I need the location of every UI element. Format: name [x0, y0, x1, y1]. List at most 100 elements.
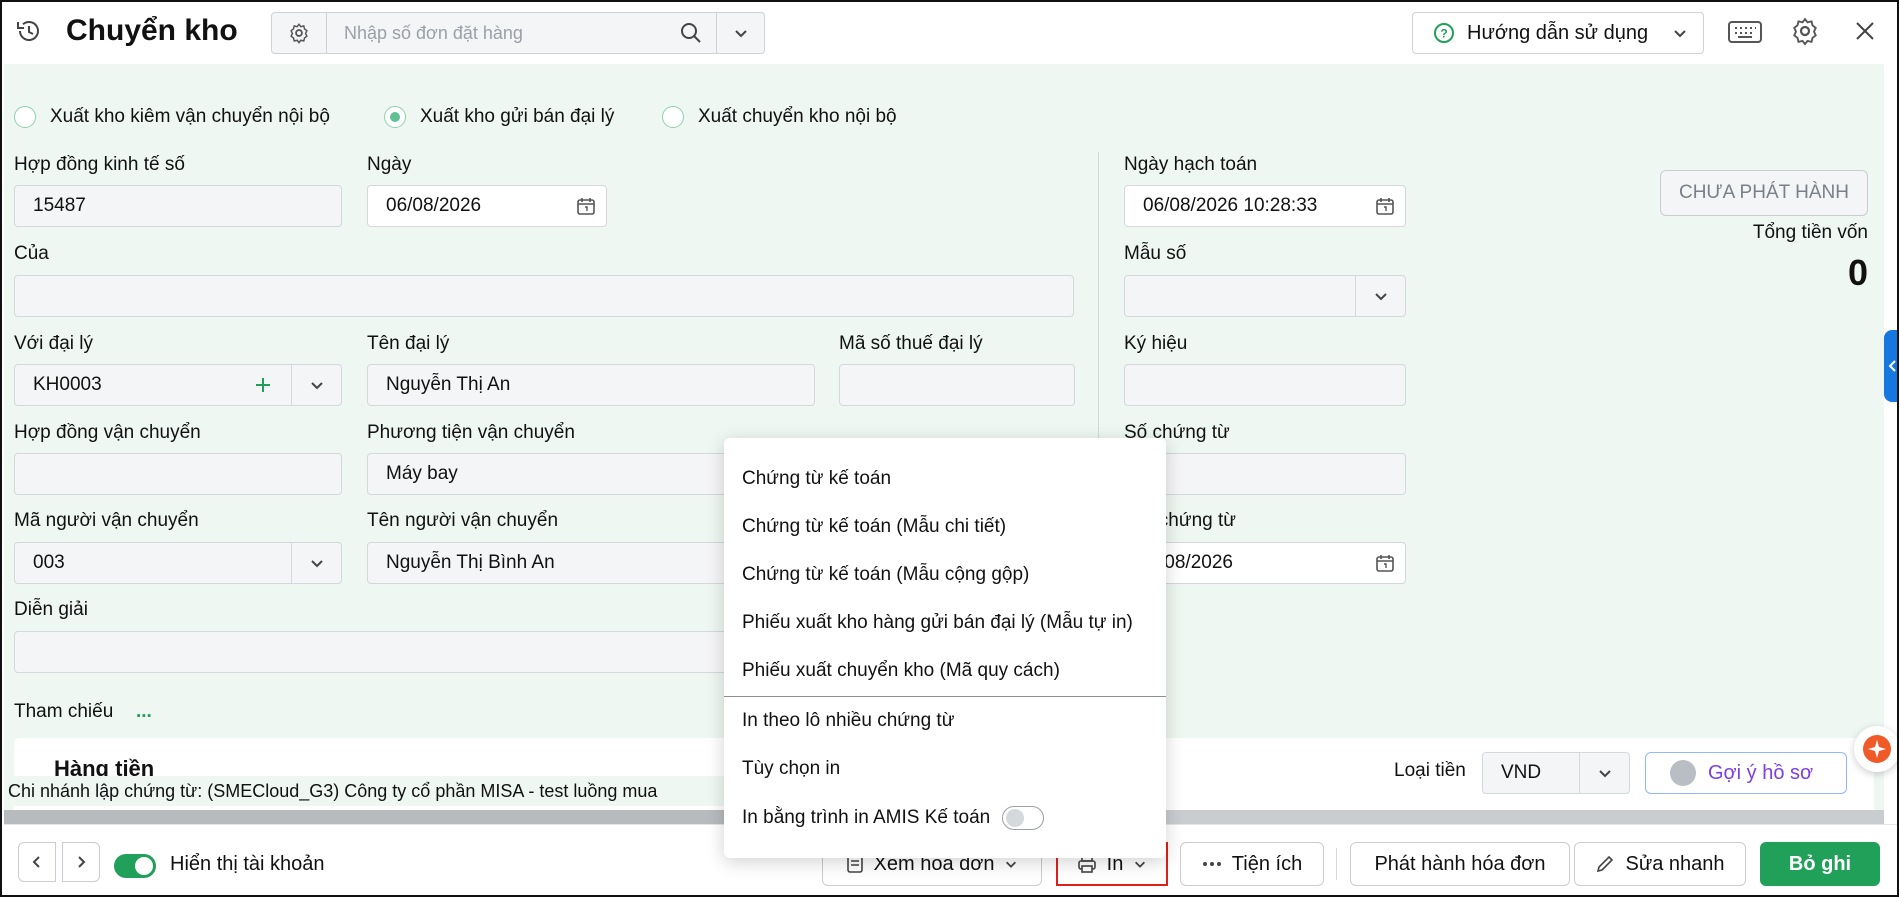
date-value: 06/08/2026: [386, 195, 482, 216]
description-label: Diễn giải: [14, 599, 88, 620]
sparkle-icon: [1863, 735, 1891, 763]
column-divider: [1098, 152, 1099, 452]
next-button[interactable]: [62, 842, 100, 882]
agent-dropdown-button[interactable]: [291, 365, 341, 405]
chevron-down-icon: [310, 382, 323, 390]
header-bar: Chuyển kho ? Hướng dẫn sử dụng: [2, 2, 1897, 64]
vehicle-label: Phương tiện vận chuyển: [367, 422, 575, 443]
show-account-label: Hiển thị tài khoản: [170, 853, 325, 875]
amis-printer-toggle[interactable]: [1002, 806, 1045, 830]
footer-divider: [1336, 848, 1337, 880]
search-dropdown-button[interactable]: [716, 13, 764, 53]
template-select[interactable]: [1124, 275, 1406, 317]
more-horizontal-icon: [1202, 862, 1221, 866]
unpost-label: Bỏ ghi: [1788, 852, 1852, 875]
chevron-down-icon: [1674, 30, 1686, 38]
status-badge: CHƯA PHÁT HÀNH: [1660, 170, 1868, 216]
currency-dropdown-button[interactable]: [1579, 753, 1629, 793]
print-batch-item[interactable]: In theo lô nhiều chứng từ: [742, 710, 954, 732]
chevron-down-icon: [1374, 293, 1387, 301]
print-menu-item[interactable]: Chứng từ kế toán: [742, 468, 891, 490]
calendar-icon[interactable]: [566, 186, 606, 226]
contract-no-field[interactable]: 15487: [14, 185, 342, 227]
posting-date-field[interactable]: 06/08/2026 10:28:33: [1124, 185, 1406, 227]
calendar-icon[interactable]: [1365, 186, 1405, 226]
chevron-down-icon: [1598, 770, 1611, 778]
carrier-code-select[interactable]: 003: [14, 542, 342, 584]
transport-contract-field[interactable]: [14, 453, 342, 495]
posting-date-value: 06/08/2026 10:28:33: [1143, 195, 1318, 216]
agent-value: KH0003: [33, 374, 102, 395]
utility-label: Tiện ích: [1231, 852, 1303, 875]
show-account-toggle[interactable]: [114, 854, 156, 878]
date-label: Ngày: [367, 154, 412, 175]
history-icon[interactable]: [14, 16, 44, 46]
radio-circle: [662, 106, 684, 128]
carrier-dropdown-button[interactable]: [291, 543, 341, 583]
quick-edit-button[interactable]: Sửa nhanh: [1574, 842, 1746, 886]
radio-agent-consignment[interactable]: Xuất kho gửi bán đại lý: [384, 106, 614, 128]
settings-icon[interactable]: [1790, 16, 1820, 51]
print-options-item[interactable]: Tùy chọn in: [742, 758, 840, 780]
help-label: Hướng dẫn sử dụng: [1467, 21, 1649, 44]
radio-internal-warehouse[interactable]: Xuất chuyển kho nội bộ: [662, 106, 897, 128]
template-dropdown-button[interactable]: [1355, 276, 1405, 316]
avatar-icon: [1670, 760, 1696, 786]
page-title: Chuyển kho: [66, 14, 238, 47]
ai-assistant-button[interactable]: [1854, 726, 1897, 772]
carrier-code-value: 003: [33, 552, 65, 573]
contract-no-label: Hợp đồng kinh tế số: [14, 154, 185, 175]
prev-button[interactable]: [18, 842, 56, 882]
reference-label: Tham chiếu: [14, 701, 114, 722]
carrier-code-label: Mã người vận chuyển: [14, 510, 199, 531]
currency-select[interactable]: VND: [1482, 752, 1630, 794]
carrier-name-label: Tên người vận chuyển: [367, 510, 559, 531]
amis-printer-item[interactable]: In bằng trình in AMIS Kế toán: [742, 806, 1045, 830]
gear-icon: [290, 23, 308, 44]
posting-date-label: Ngày hạch toán: [1124, 154, 1258, 175]
search-input[interactable]: [328, 13, 716, 53]
voucher-date-field[interactable]: /08/2026: [1124, 542, 1406, 584]
print-menu-item[interactable]: Chứng từ kế toán (Mẫu chi tiết): [742, 516, 1006, 538]
print-menu-item[interactable]: Chứng từ kế toán (Mẫu cộng gộp): [742, 564, 1029, 586]
print-menu-item[interactable]: Phiếu xuất chuyển kho (Mã quy cách): [742, 660, 1060, 682]
total-cost-label: Tổng tiền vốn: [1752, 222, 1868, 243]
print-menu-item[interactable]: Phiếu xuất kho hàng gửi bán đại lý (Mẫu …: [742, 612, 1133, 634]
keyboard-icon[interactable]: [1728, 19, 1762, 50]
unpost-button[interactable]: Bỏ ghi: [1760, 842, 1880, 886]
of-field[interactable]: [14, 275, 1074, 317]
svg-text:?: ?: [1440, 27, 1447, 41]
symbol-label: Ký hiệu: [1124, 333, 1188, 354]
agent-tax-field[interactable]: [839, 364, 1075, 406]
currency-value: VND: [1501, 762, 1542, 783]
radio-internal-transfer[interactable]: Xuất kho kiêm vận chuyển nội bộ: [14, 106, 330, 128]
radio-label: Xuất kho gửi bán đại lý: [420, 106, 615, 127]
profile-suggest-button[interactable]: Gợi ý hồ sơ: [1645, 752, 1847, 794]
utility-button[interactable]: Tiện ích: [1180, 842, 1324, 886]
search-settings-button[interactable]: [272, 13, 327, 53]
chevron-down-icon: [1135, 861, 1146, 868]
chevron-left-icon: [1888, 360, 1896, 372]
issue-invoice-button[interactable]: Phát hành hóa đơn: [1350, 842, 1570, 886]
chevron-left-icon: [32, 856, 40, 868]
calendar-icon[interactable]: [1365, 543, 1405, 583]
side-panel-tab[interactable]: [1884, 330, 1897, 402]
agent-tax-label: Mã số thuế đại lý: [839, 333, 983, 354]
radio-circle: [14, 106, 36, 128]
add-agent-icon[interactable]: [245, 365, 281, 405]
date-field[interactable]: 06/08/2026: [367, 185, 607, 227]
help-button[interactable]: ? Hướng dẫn sử dụng: [1412, 12, 1704, 54]
agent-name-field[interactable]: Nguyễn Thị An: [367, 364, 815, 406]
transport-contract-label: Hợp đồng vận chuyển: [14, 422, 201, 443]
reference-more-link[interactable]: ...: [136, 701, 152, 723]
search-icon[interactable]: [680, 22, 702, 49]
symbol-field[interactable]: [1124, 364, 1406, 406]
scrollbar-thumb[interactable]: [4, 810, 724, 824]
amis-printer-label: In bằng trình in AMIS Kế toán: [742, 807, 991, 828]
close-icon[interactable]: [1854, 20, 1876, 47]
voucher-no-field[interactable]: [1124, 453, 1406, 495]
question-icon: ?: [1434, 23, 1454, 43]
agent-select[interactable]: KH0003: [14, 364, 342, 406]
template-label: Mẫu số: [1124, 243, 1187, 264]
chevron-down-icon: [734, 30, 747, 38]
